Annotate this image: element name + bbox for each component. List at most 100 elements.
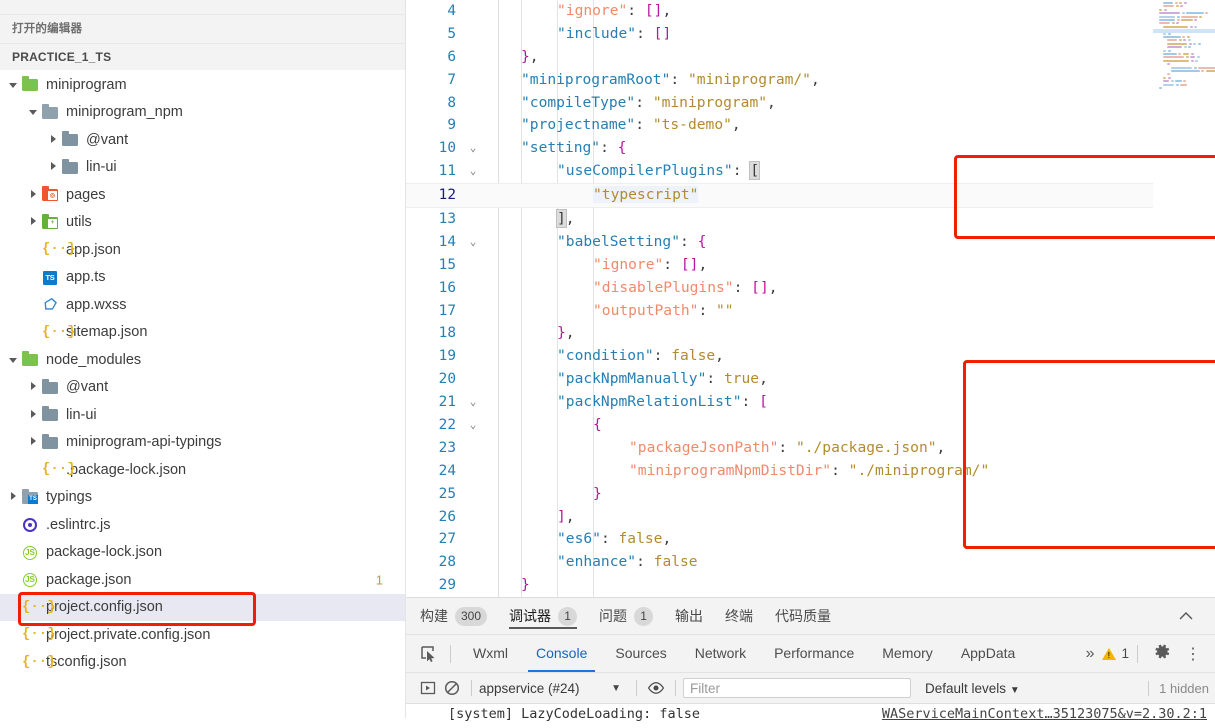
kebab-menu-icon[interactable]: ⋮ bbox=[1179, 644, 1207, 664]
tree-item-app-wxss[interactable]: ⬠ app.wxss bbox=[0, 291, 405, 319]
code-line-16[interactable]: 16 "disablePlugins": [], bbox=[406, 277, 1215, 300]
tree-item--vant[interactable]: @vant bbox=[0, 374, 405, 402]
tree-item-node-modules[interactable]: node_modules bbox=[0, 346, 405, 374]
tree-item--package-lock-json[interactable]: {··} .package-lock.json bbox=[0, 456, 405, 484]
twisty-open-icon[interactable] bbox=[8, 79, 20, 91]
tree-item-package-json[interactable]: JS package.json 1 bbox=[0, 566, 405, 594]
tree-item-tsconfig-json[interactable]: {··} tsconfig.json bbox=[0, 649, 405, 677]
chevron-double-right-icon[interactable]: » bbox=[1078, 645, 1103, 663]
twisty-closed-icon[interactable] bbox=[28, 409, 40, 421]
editor-minimap[interactable] bbox=[1153, 0, 1215, 597]
twisty-closed-icon[interactable] bbox=[28, 189, 40, 201]
devtools-tab-performance[interactable]: Performance bbox=[760, 635, 868, 672]
twisty-closed-icon[interactable] bbox=[48, 134, 60, 146]
hidden-messages-count[interactable]: 1 hidden bbox=[1148, 680, 1209, 696]
inspect-element-icon[interactable] bbox=[414, 641, 442, 667]
sidebar-scrollbar[interactable] bbox=[401, 0, 405, 718]
fold-chevron-down-icon[interactable]: ⌄ bbox=[466, 160, 480, 183]
twisty-closed-icon[interactable] bbox=[8, 491, 20, 503]
tree-item-miniprogram-api-typings[interactable]: miniprogram-api-typings bbox=[0, 429, 405, 457]
twisty-open-icon[interactable] bbox=[28, 106, 40, 118]
devtools-tab-console[interactable]: Console bbox=[522, 635, 601, 672]
tree-item-sitemap-json[interactable]: {··} sitemap.json bbox=[0, 319, 405, 347]
console-levels-select[interactable]: Default levels ▼ bbox=[925, 681, 1020, 696]
open-editors-header[interactable]: 打开的编辑器 bbox=[0, 15, 405, 43]
code-line-21[interactable]: 21 ⌄ "packNpmRelationList": [ bbox=[406, 391, 1215, 414]
project-root-header[interactable]: PRACTICE_1_TS bbox=[0, 43, 405, 70]
code-line-19[interactable]: 19 "condition": false, bbox=[406, 345, 1215, 368]
code-line-13[interactable]: 13], bbox=[406, 208, 1215, 231]
code-line-8[interactable]: 8 "compileType": "miniprogram", bbox=[406, 92, 1215, 115]
code-line-12[interactable]: 12 "typescript" bbox=[406, 183, 1215, 209]
fold-chevron-down-icon[interactable]: ⌄ bbox=[466, 414, 480, 437]
tree-item-project-config-json[interactable]: {··} project.config.json bbox=[0, 593, 405, 621]
panel-tab-终端[interactable]: 终端 bbox=[725, 598, 753, 634]
twisty-closed-icon[interactable] bbox=[48, 161, 60, 173]
tree-item-lin-ui[interactable]: lin-ui bbox=[0, 154, 405, 182]
code-line-17[interactable]: 17 "outputPath": "" bbox=[406, 300, 1215, 323]
code-line-24[interactable]: 24 "miniprogramNpmDistDir": "./miniprogra… bbox=[406, 460, 1215, 483]
code-token: } bbox=[593, 484, 602, 502]
panel-tab-构建[interactable]: 构建 300 bbox=[420, 598, 488, 634]
console-source-link[interactable]: WAServiceMainContext…35123075&v=2.30.2:1 bbox=[882, 706, 1207, 722]
code-line-6[interactable]: 6}, bbox=[406, 46, 1215, 69]
devtools-tab-sources[interactable]: Sources bbox=[601, 635, 680, 672]
tree-item-miniprogram[interactable]: miniprogram bbox=[0, 71, 405, 99]
tree-item-project-private-config-json[interactable]: {··} project.private.config.json bbox=[0, 621, 405, 649]
minimap-line bbox=[1186, 36, 1190, 38]
tree-item-typings[interactable]: typings bbox=[0, 484, 405, 512]
code-line-27[interactable]: 27 "es6": false, bbox=[406, 528, 1215, 551]
code-line-25[interactable]: 25} bbox=[406, 483, 1215, 506]
code-line-28[interactable]: 28 "enhance": false bbox=[406, 551, 1215, 574]
code-line-23[interactable]: 23 "packageJsonPath": "./package.json", bbox=[406, 437, 1215, 460]
fold-chevron-down-icon[interactable]: ⌄ bbox=[466, 391, 480, 414]
tree-item-pages[interactable]: ◎ pages bbox=[0, 181, 405, 209]
code-line-9[interactable]: 9 "projectname": "ts-demo", bbox=[406, 114, 1215, 137]
code-line-29[interactable]: 29} bbox=[406, 574, 1215, 597]
code-line-26[interactable]: 26], bbox=[406, 506, 1215, 529]
devtools-tab-wxml[interactable]: Wxml bbox=[459, 635, 522, 672]
code-line-14[interactable]: 14 ⌄ "babelSetting": { bbox=[406, 231, 1215, 254]
code-line-20[interactable]: 20 "packNpmManually": true, bbox=[406, 368, 1215, 391]
chevron-up-icon[interactable] bbox=[1175, 606, 1197, 626]
line-number: 14 bbox=[438, 233, 456, 250]
panel-tab-问题[interactable]: 问题 1 bbox=[599, 598, 654, 634]
fold-chevron-down-icon[interactable]: ⌄ bbox=[466, 231, 480, 254]
fold-chevron-down-icon[interactable]: ⌄ bbox=[466, 137, 480, 160]
live-expression-icon[interactable] bbox=[644, 677, 668, 699]
panel-tab-代码质量[interactable]: 代码质量 bbox=[775, 598, 831, 634]
twisty-closed-icon[interactable] bbox=[28, 436, 40, 448]
code-line-4[interactable]: 4 "ignore": [], bbox=[406, 0, 1215, 23]
devtools-tab-memory[interactable]: Memory bbox=[868, 635, 947, 672]
execution-context-icon[interactable] bbox=[416, 677, 440, 699]
minimap-line bbox=[1163, 80, 1170, 83]
twisty-open-icon[interactable] bbox=[8, 354, 20, 366]
code-line-18[interactable]: 18}, bbox=[406, 322, 1215, 345]
code-line-15[interactable]: 15 "ignore": [], bbox=[406, 254, 1215, 277]
tree-item-utils[interactable]: + utils bbox=[0, 209, 405, 237]
twisty-closed-icon[interactable] bbox=[28, 216, 40, 228]
code-line-5[interactable]: 5 "include": [] bbox=[406, 23, 1215, 46]
tree-item-package-lock-json[interactable]: JS package-lock.json bbox=[0, 539, 405, 567]
tree-item-app-json[interactable]: {··} app.json bbox=[0, 236, 405, 264]
code-line-10[interactable]: 10 ⌄ "setting": { bbox=[406, 137, 1215, 160]
devtools-tab-appdata[interactable]: AppData bbox=[947, 635, 1029, 672]
code-line-7[interactable]: 7 "miniprogramRoot": "miniprogram/", bbox=[406, 69, 1215, 92]
devtools-tab-network[interactable]: Network bbox=[681, 635, 760, 672]
tree-item-lin-ui[interactable]: lin-ui bbox=[0, 401, 405, 429]
twisty-closed-icon[interactable] bbox=[28, 381, 40, 393]
code-line-11[interactable]: 11 ⌄ "useCompilerPlugins": [ bbox=[406, 160, 1215, 183]
console-filter-input[interactable]: Filter bbox=[683, 678, 911, 698]
tree-item--eslintrc-js[interactable]: .eslintrc.js bbox=[0, 511, 405, 539]
tree-item--vant[interactable]: @vant bbox=[0, 126, 405, 154]
panel-tab-调试器[interactable]: 调试器 1 bbox=[509, 598, 578, 634]
clear-console-icon[interactable] bbox=[440, 677, 464, 699]
panel-tab-输出[interactable]: 输出 bbox=[675, 598, 703, 634]
tree-item-miniprogram-npm[interactable]: miniprogram_npm bbox=[0, 99, 405, 127]
warning-count-badge[interactable]: 1 bbox=[1102, 646, 1129, 661]
tree-item-app-ts[interactable]: TS app.ts bbox=[0, 264, 405, 292]
code-line-22[interactable]: 22 ⌄ { bbox=[406, 414, 1215, 437]
execution-context-select[interactable]: appservice (#24) ▼ bbox=[479, 681, 629, 696]
gear-icon[interactable] bbox=[1146, 643, 1179, 665]
code-editor[interactable]: 4 "ignore": [], 5 "include": [] 6}, 7 "minipro… bbox=[406, 0, 1215, 597]
